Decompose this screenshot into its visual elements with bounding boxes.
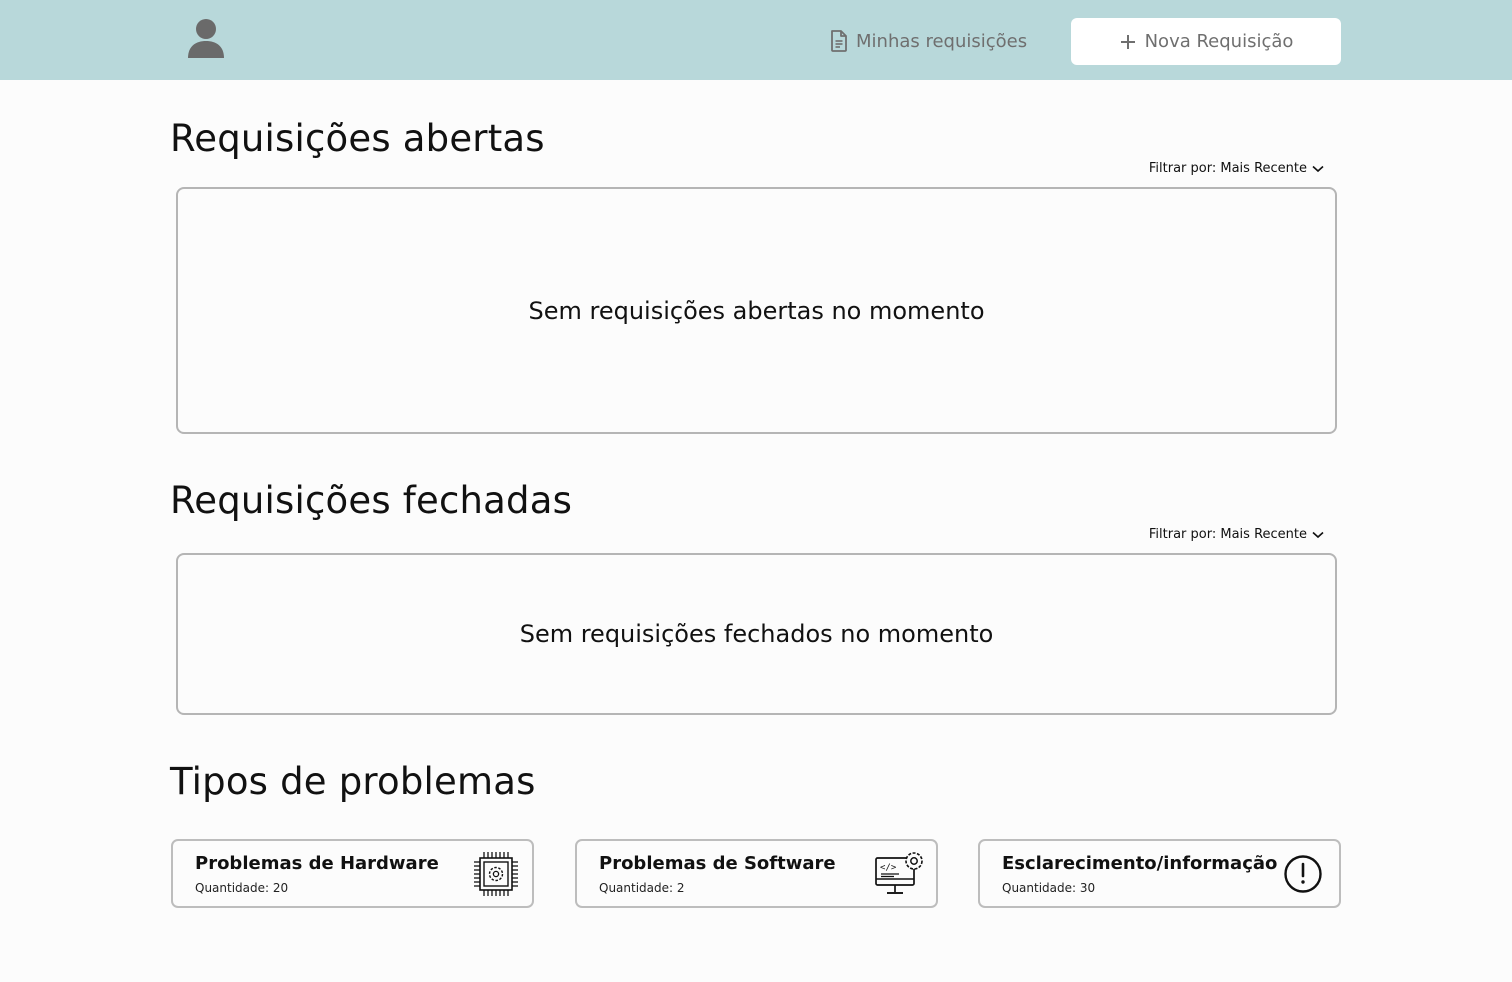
card-quantity: Quantidade: 20 [195, 881, 289, 895]
card-title: Problemas de Software [599, 853, 836, 874]
chip-gear-icon [474, 852, 518, 896]
top-bar: Minhas requisições Nova Requisição [0, 0, 1512, 80]
card-quantity: Quantidade: 2 [599, 881, 685, 895]
problem-types-title: Tipos de problemas [170, 760, 536, 803]
closed-requests-filter[interactable]: Filtrar por: Mais Recente [1149, 527, 1324, 542]
closed-requests-list: Sem requisições fechados no momento [176, 553, 1337, 715]
card-quantity: Quantidade: 30 [1002, 881, 1096, 895]
open-requests-filter[interactable]: Filtrar por: Mais Recente [1149, 161, 1324, 176]
open-requests-list: Sem requisições abertas no momento [176, 187, 1337, 434]
chevron-down-icon [1312, 531, 1324, 538]
my-requests-label: Minhas requisições [856, 30, 1028, 52]
user-icon[interactable] [186, 18, 226, 60]
problem-card-hardware[interactable]: Problemas de Hardware Quantidade: 20 [171, 839, 534, 908]
plus-icon [1120, 34, 1135, 49]
open-requests-title: Requisições abertas [170, 117, 545, 160]
document-icon [831, 30, 847, 52]
filter-label: Filtrar por: Mais Recente [1148, 161, 1307, 176]
exclamation-circle-icon [1284, 855, 1322, 893]
new-request-button[interactable]: Nova Requisição [1071, 18, 1341, 65]
filter-label: Filtrar por: Mais Recente [1148, 527, 1307, 542]
card-title: Problemas de Hardware [195, 853, 439, 874]
card-title: Esclarecimento/informação [1002, 853, 1278, 874]
problem-card-clarification[interactable]: Esclarecimento/informação Quantidade: 30 [978, 839, 1341, 908]
svg-text:</>: </> [880, 863, 897, 873]
chevron-down-icon [1312, 165, 1324, 172]
closed-requests-title: Requisições fechadas [170, 479, 573, 522]
computer-code-gear-icon: </> [875, 852, 923, 894]
open-requests-empty-message: Sem requisições abertas no momento [528, 296, 985, 325]
closed-requests-empty-message: Sem requisições fechados no momento [519, 620, 994, 648]
my-requests-link[interactable]: Minhas requisições [830, 28, 1027, 54]
new-request-label: Nova Requisição [1144, 31, 1294, 52]
problem-card-software[interactable]: Problemas de Software Quantidade: 2 </> [575, 839, 938, 908]
